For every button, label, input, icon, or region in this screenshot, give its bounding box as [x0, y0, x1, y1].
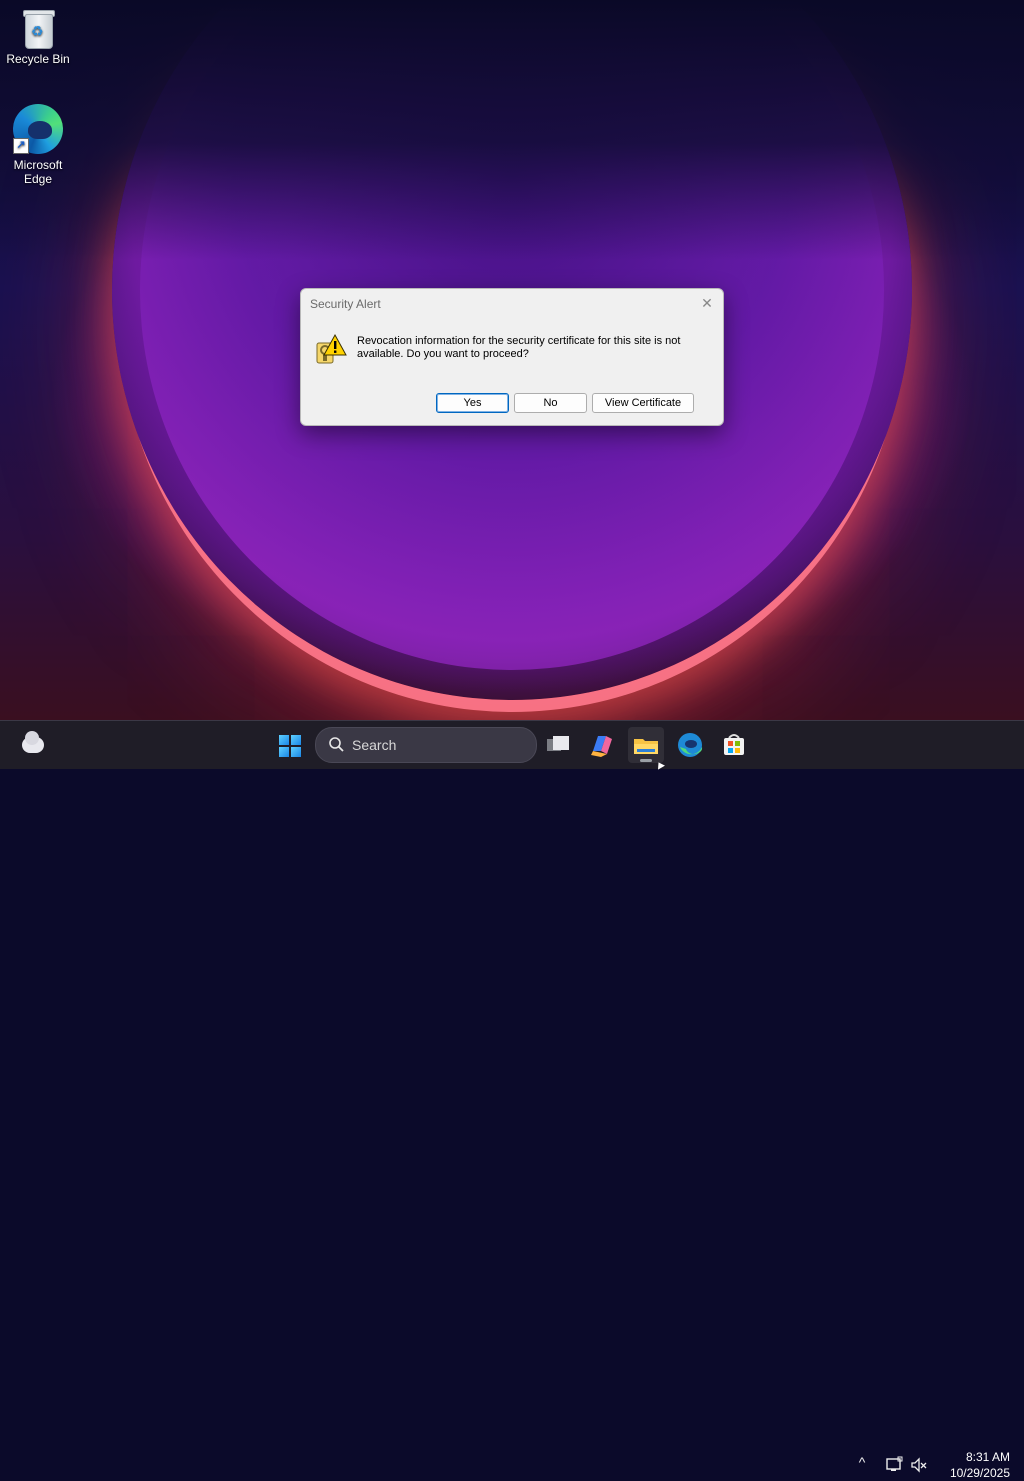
edge-icon [678, 733, 703, 757]
start-button[interactable] [272, 727, 308, 763]
dialog-message: Revocation information for the security … [357, 335, 681, 360]
weather-cloud-icon [22, 731, 44, 753]
microsoft-store-button[interactable] [716, 727, 752, 763]
desktop-icon-label: Microsoft Edge [13, 158, 63, 186]
network-icon[interactable] [884, 1455, 904, 1475]
dialog-title: Security Alert [310, 297, 381, 311]
view-certificate-button[interactable]: View Certificate [592, 393, 694, 413]
taskbar-search-box[interactable]: Search [315, 727, 537, 763]
desktop-icon-recycle-bin[interactable]: ♻ Recycle Bin [0, 8, 76, 66]
search-label: Search [352, 737, 397, 753]
system-clock[interactable]: 8:31 AM 10/29/2025 [938, 1449, 1010, 1481]
task-view-button[interactable] [541, 727, 577, 763]
clock-date: 10/29/2025 [949, 1466, 1010, 1480]
wallpaper-shade [0, 0, 1024, 260]
task-view-icon [547, 736, 569, 751]
shortcut-arrow-icon: ↗ [13, 138, 29, 154]
search-icon [329, 737, 344, 752]
file-explorer-icon [634, 739, 658, 754]
no-button[interactable]: No [514, 393, 587, 413]
edge-taskbar-button[interactable] [672, 727, 708, 763]
windows-logo-icon [279, 735, 301, 757]
volume-muted-icon[interactable] [909, 1455, 929, 1475]
yes-button[interactable]: Yes [436, 393, 509, 413]
security-alert-dialog: Security Alert ✕ Revocation information … [300, 288, 724, 426]
close-button[interactable]: ✕ [697, 293, 717, 313]
weather-widget-button[interactable] [16, 727, 52, 763]
active-indicator [640, 759, 652, 762]
desktop-icon-microsoft-edge[interactable]: ↗ Microsoft Edge [0, 104, 76, 186]
clock-time: 8:31 AM [965, 1450, 1010, 1464]
microsoft-store-icon [724, 734, 744, 755]
show-hidden-icons-button[interactable]: ^ [853, 1454, 871, 1470]
dialog-body: Revocation information for the security … [301, 319, 721, 423]
copilot-icon [591, 736, 612, 757]
edge-icon: ↗ [13, 104, 63, 154]
security-warning-icon [316, 333, 347, 364]
copilot-button[interactable] [584, 727, 620, 763]
recycle-bin-icon: ♻ [21, 8, 55, 49]
file-explorer-button[interactable] [628, 727, 664, 763]
desktop-icon-label: Recycle Bin [6, 52, 70, 66]
